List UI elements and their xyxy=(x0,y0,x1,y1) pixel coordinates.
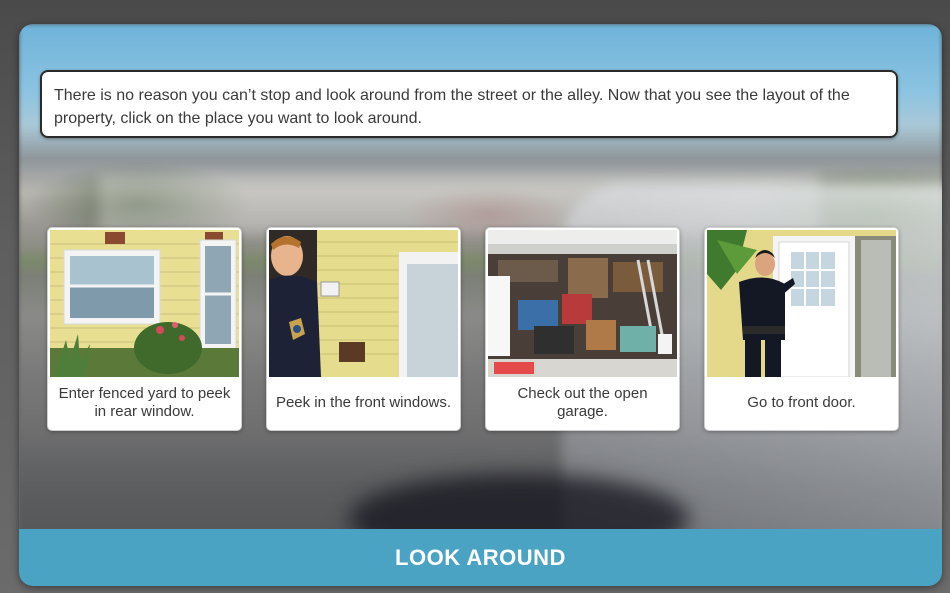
choice-card-front-door[interactable]: Go to front door. xyxy=(704,227,899,431)
officer-front-door-photo xyxy=(707,230,896,377)
scene-stage: There is no reason you can’t stop and lo… xyxy=(19,24,942,586)
open-garage-photo xyxy=(488,230,677,377)
choice-label: Enter fenced yard to peek in rear window… xyxy=(58,385,231,420)
look-around-label: LOOK AROUND xyxy=(395,544,566,570)
choice-label: Go to front door. xyxy=(747,394,856,411)
prompt-box: There is no reason you can’t stop and lo… xyxy=(40,70,898,138)
house-side-window-photo xyxy=(50,230,239,377)
choice-label: Check out the open garage. xyxy=(517,385,648,420)
officer-front-window-photo xyxy=(269,230,458,377)
look-around-button[interactable]: LOOK AROUND xyxy=(19,529,942,586)
choice-label: Peek in the front windows. xyxy=(275,394,452,411)
prompt-text: There is no reason you can’t stop and lo… xyxy=(54,87,850,127)
choice-card-front-windows[interactable]: Peek in the front windows. xyxy=(266,227,461,431)
choice-card-open-garage[interactable]: Check out the open garage. xyxy=(485,227,680,431)
app-frame: There is no reason you can’t stop and lo… xyxy=(0,0,950,593)
choice-card-fenced-yard[interactable]: Enter fenced yard to peek in rear window… xyxy=(47,227,242,431)
